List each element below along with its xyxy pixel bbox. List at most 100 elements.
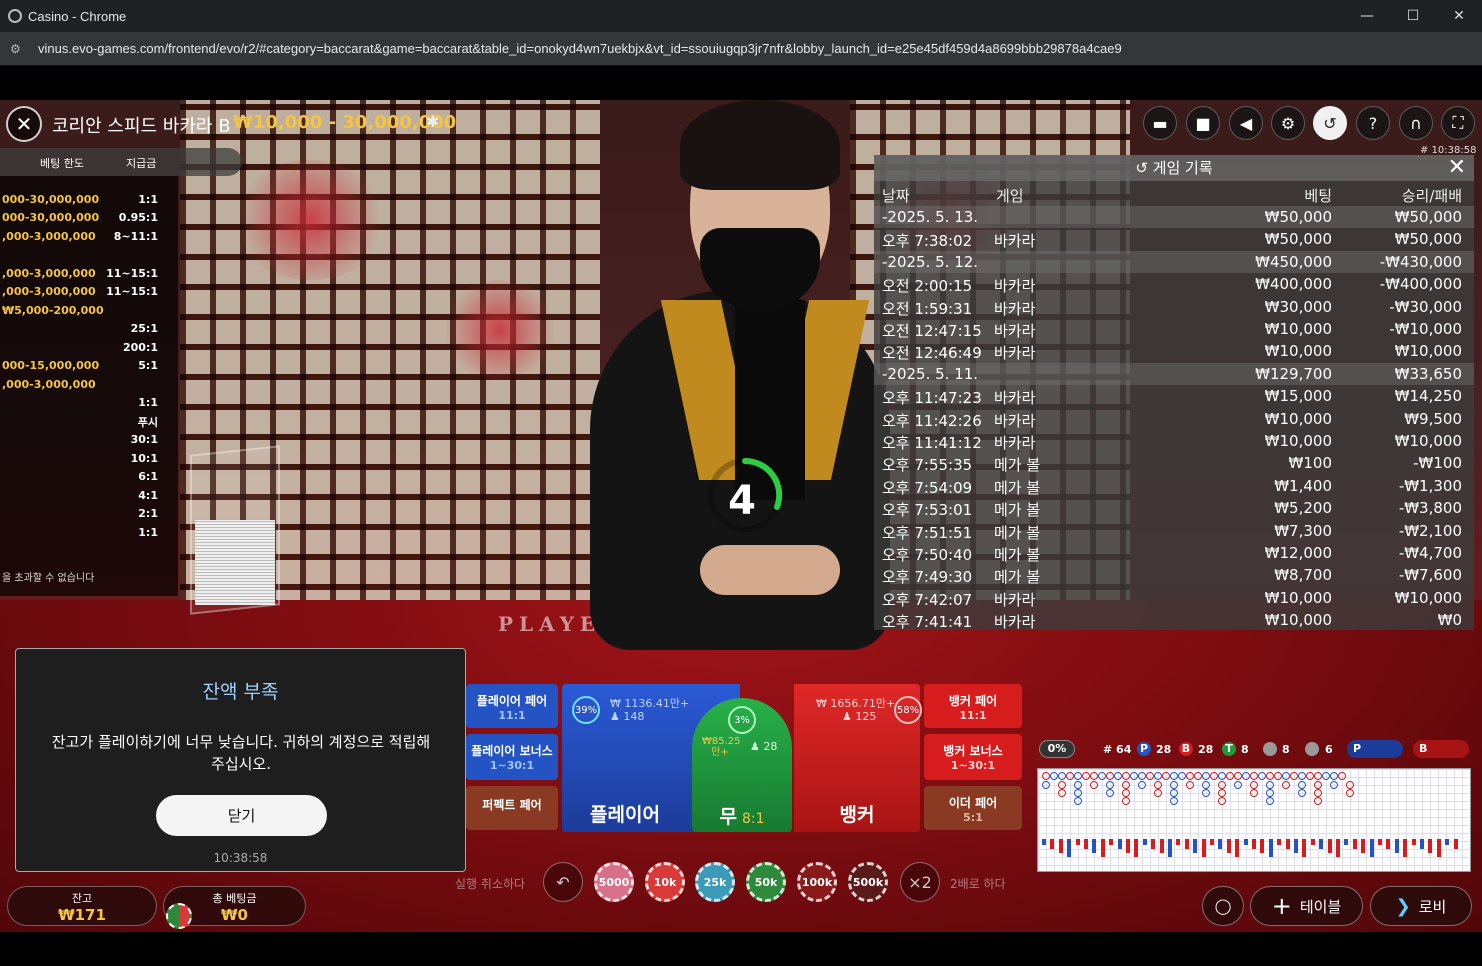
pin-icon[interactable]: ✱ [426,112,439,131]
history-row[interactable]: 오후 7:51:51 메가 볼 ₩7,300 -₩2,100 [874,520,1474,542]
history-bet: ₩10,000 [1264,342,1332,361]
history-date: 오후 7:38:02 [882,232,973,251]
tie-bet[interactable]: 3% ₩85.25 만+ ♟ 28 무 8:1 [692,698,792,832]
history-row[interactable]: 오후 7:54:09 메가 볼 ₩1,400 -₩1,300 [874,475,1474,497]
player-predict-button[interactable]: P [1347,740,1403,758]
chip-100k[interactable]: 100k [797,862,837,902]
banker-predict-button[interactable]: B [1413,740,1469,758]
chip-50k[interactable]: 50k [746,862,786,902]
chat-button[interactable]: ▬ [1143,106,1177,140]
chip-5000[interactable]: 5000 [594,862,634,902]
road-bead [1210,772,1218,780]
history-row[interactable]: 오후 7:50:40 메가 볼 ₩12,000 -₩4,700 [874,542,1474,564]
history-result: ₩14,250 [1394,387,1462,406]
settings-button[interactable]: ⚙ [1271,106,1305,140]
help-button[interactable]: ? [1356,106,1390,140]
history-row[interactable]: 오후 7:41:41 바카라 ₩10,000 ₩0 [874,609,1474,631]
history-col-date: 날짜 [882,187,910,205]
banker-bonus-bet[interactable]: 뱅커 보너스 1~30:1 [924,734,1022,780]
dialog-message: 잔고가 플레이하기에 너무 낮습니다. 귀하의 계정으로 적립해 주십시오. [51,733,431,773]
minimize-icon[interactable]: — [1344,0,1390,32]
banker-bonus-odds: 1~30:1 [950,759,996,772]
close-window-icon[interactable]: ✕ [1436,0,1482,32]
road-map[interactable] [1037,768,1471,872]
road-percent: 0% [1039,740,1075,758]
video-button[interactable]: ■ [1186,106,1220,140]
road-bead [1122,781,1130,789]
add-table-button[interactable]: + 테이블 [1250,886,1363,926]
site-info-icon[interactable]: ⚙ [10,42,26,56]
dialog-close-button[interactable]: 닫기 [156,795,327,836]
player-percent: 39% [572,696,600,724]
road-mark [1084,839,1088,849]
perfect-pair-bet[interactable]: 퍼펙트 페어 [466,786,558,830]
history-row[interactable]: 오전 12:47:15 바카라 ₩10,000 -₩10,000 [874,318,1474,340]
close-game-button[interactable]: ✕ [6,106,42,142]
history-title: 게임 기록 [1152,159,1213,177]
history-row[interactable]: 오후 11:47:23 바카라 ₩15,000 ₩14,250 [874,385,1474,407]
address-bar[interactable]: ⚙ vinus.evo-games.com/frontend/evo/r2/#c… [0,32,1482,66]
close-history-icon[interactable]: ✕ [1448,156,1466,180]
player-bonus-bet[interactable]: 플레이어 보너스 1~30:1 [466,734,558,780]
road-mark [1445,839,1450,845]
chat-toggle-button[interactable]: ◯ [1202,886,1244,926]
lobby-button[interactable]: ❯ 로비 [1370,886,1472,926]
history-row[interactable]: 오후 7:38:02 바카라 ₩50,000 ₩50,000 [874,228,1474,250]
road-bead [1122,797,1130,805]
history-row[interactable]: 오전 12:46:49 바카라 ₩10,000 ₩10,000 [874,340,1474,362]
road-mark [1100,839,1105,857]
headset-button[interactable]: ∩ [1399,106,1433,140]
road-bead [1170,781,1178,789]
history-date: 오후 7:53:01 [882,501,973,520]
double-button[interactable]: ×2 [900,862,940,902]
payout-value: 1:1 [138,526,158,539]
history-date: -2025. 5. 13. [882,208,979,226]
close-icon: ✕ [15,112,33,136]
road-bead [1258,772,1266,780]
fullscreen-button[interactable]: ⛶ [1441,106,1475,140]
banker-bet[interactable]: ₩ 1656.71만+ ♟ 125 58% 뱅커 [794,684,922,832]
dealer-hair [680,100,840,190]
history-date-group[interactable]: -2025. 5. 12. ₩450,000 -₩430,000 [874,250,1474,273]
road-bead [1250,781,1258,789]
player-count: 148 [623,710,645,723]
history-row[interactable]: 오후 11:42:26 바카라 ₩10,000 ₩9,500 [874,408,1474,430]
player-pair-icon [1263,742,1277,756]
history-date: 오전 12:47:15 [882,322,982,340]
history-row[interactable]: 오후 7:53:01 메가 볼 ₩5,200 -₩3,800 [874,497,1474,519]
history-row[interactable]: 오후 11:41:12 바카라 ₩10,000 ₩10,000 [874,430,1474,452]
url-text[interactable]: vinus.evo-games.com/frontend/evo/r2/#cat… [38,41,1122,56]
payout-row: ,000-3,000,000 8~11:1 [0,230,178,246]
history-date-group[interactable]: -2025. 5. 11. ₩129,700 ₩33,650 [874,362,1474,385]
road-bead [1042,772,1050,780]
banker-label: 뱅커 [839,804,875,826]
either-pair-bet[interactable]: 이더 페어 5:1 [924,786,1022,830]
road-bead [1042,781,1050,789]
maximize-icon[interactable]: ☐ [1390,0,1436,32]
history-row[interactable]: 오후 7:42:07 바카라 ₩10,000 ₩10,000 [874,587,1474,609]
dialog-time: 10:38:58 [213,851,268,865]
chip-500k[interactable]: 500k [848,862,888,902]
history-date-group[interactable]: -2025. 5. 13. ₩50,000 ₩50,000 [874,206,1474,228]
chip-10k[interactable]: 10k [645,862,685,902]
history-button[interactable]: ↺ [1313,106,1347,140]
history-bet: ₩1,400 [1274,476,1332,495]
tie-percent: 3% [728,706,756,734]
player-pair-bet[interactable]: 플레이어 페어 11:1 [466,684,558,728]
history-col-bet: 베팅 [1304,187,1332,205]
history-row[interactable]: 오전 1:59:31 바카라 ₩30,000 -₩30,000 [874,296,1474,318]
road-mark [1327,839,1332,853]
history-game: 메가 볼 [994,546,1041,564]
history-row[interactable]: 오후 7:55:35 메가 볼 ₩100 -₩100 [874,452,1474,474]
banker-pair-bet[interactable]: 뱅커 페어 11:1 [924,684,1022,728]
payout-row: ,000-3,000,000 11~15:1 [0,285,178,301]
chip-25k[interactable]: 25k [695,862,735,902]
history-date: 오후 11:41:12 [882,434,982,452]
payout-limit: ,000-3,000,000 [2,267,96,280]
undo-button[interactable]: ↶ [543,862,583,902]
speaker-icon: ◀ [1239,113,1253,133]
history-row[interactable]: 오후 7:49:30 메가 볼 ₩8,700 -₩7,600 [874,564,1474,586]
help-icon: ? [1368,113,1378,133]
history-row[interactable]: 오전 2:00:15 바카라 ₩400,000 -₩400,000 [874,273,1474,295]
sound-button[interactable]: ◀ [1229,106,1263,140]
